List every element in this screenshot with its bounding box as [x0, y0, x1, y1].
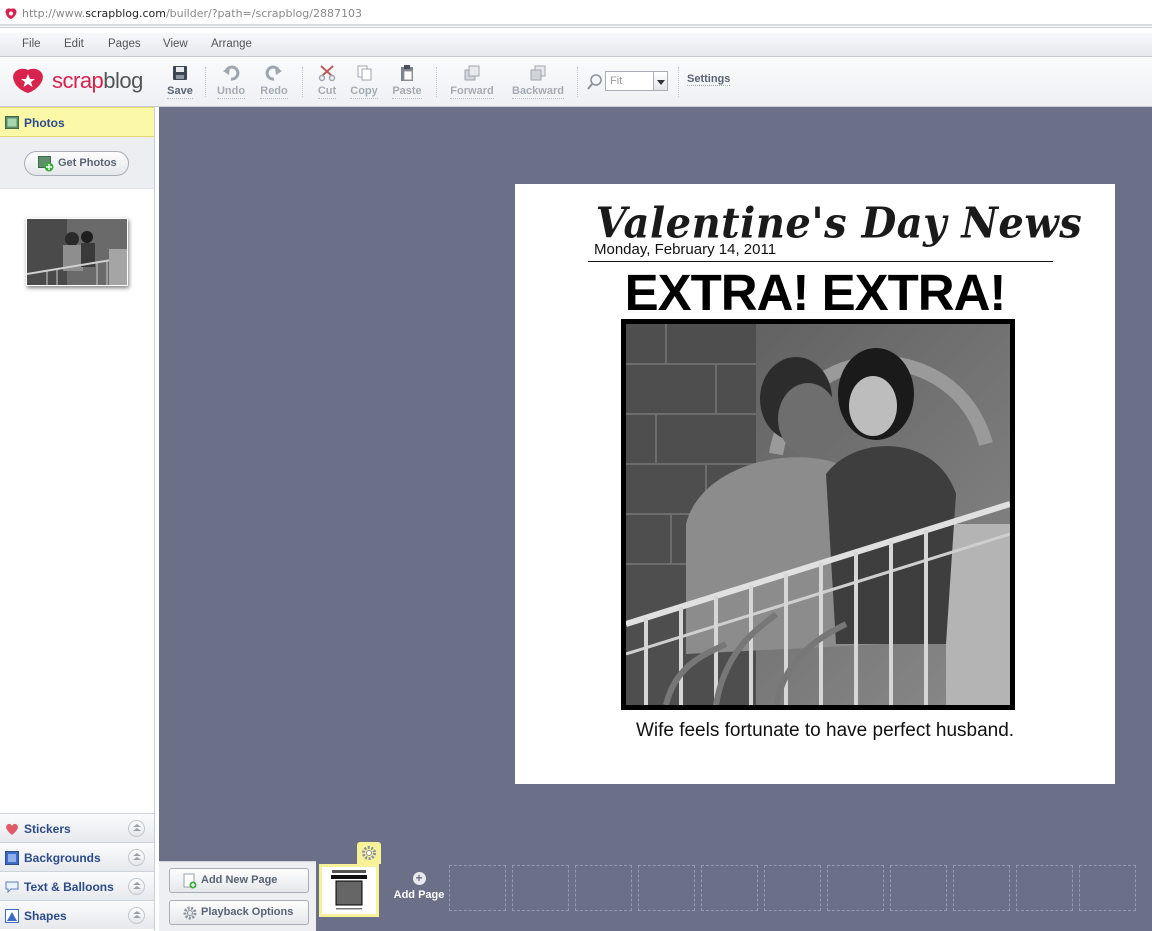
extra-banner[interactable]: EXTRA! EXTRA!: [585, 263, 1045, 322]
photo-thumbnail[interactable]: [26, 218, 128, 286]
empty-page-slot: [890, 865, 947, 911]
menu-file[interactable]: File: [22, 38, 41, 50]
text-balloons-section[interactable]: Text & Balloons: [0, 871, 154, 900]
pages-buttons-area: Add New Page Playback Options: [159, 861, 316, 931]
empty-page-slot: [575, 865, 632, 911]
url-text: http://www.scrapblog.com/builder/?path=/…: [22, 7, 362, 20]
redo-button[interactable]: Redo: [248, 64, 300, 102]
toolbar: scrapblog Save Undo Redo Cut Copy Paste …: [0, 57, 1152, 107]
copy-icon: [357, 65, 372, 81]
expand-text-balloons-icon[interactable]: [128, 878, 145, 895]
page-thumbnail-preview: [322, 867, 376, 914]
add-page-button[interactable]: + Add Page: [389, 872, 449, 902]
empty-page-slot: [1079, 865, 1136, 911]
scrapblog-star-icon: [13, 68, 43, 93]
menu-arrange[interactable]: Arrange: [211, 38, 252, 50]
empty-page-slot: [764, 865, 821, 911]
photos-tab[interactable]: Photos: [0, 107, 154, 137]
new-page-icon: [183, 873, 197, 889]
playback-options-button[interactable]: Playback Options: [169, 900, 309, 925]
plus-icon: +: [412, 872, 426, 885]
shapes-section[interactable]: Shapes: [0, 900, 154, 929]
settings-link[interactable]: Settings: [687, 73, 731, 86]
photo-icon: [5, 116, 19, 129]
empty-page-slot: [827, 865, 884, 911]
empty-page-slot: [1016, 865, 1073, 911]
magnifier-icon: [587, 74, 602, 90]
page-date[interactable]: Monday, February 14, 2011: [594, 241, 776, 258]
empty-page-slot: [953, 865, 1010, 911]
bring-forward-icon: [464, 65, 480, 81]
couple-photo-image: [626, 324, 1010, 705]
empty-page-slot: [701, 865, 758, 911]
menu-pages[interactable]: Pages: [108, 38, 141, 50]
background-icon: [5, 851, 19, 865]
left-panel: Photos Get Photos Stickers Backgrounds T…: [0, 107, 155, 931]
menu-edit[interactable]: Edit: [64, 38, 84, 50]
get-photos-button[interactable]: Get Photos: [24, 151, 129, 176]
heart-icon: [6, 823, 18, 835]
scrapbook-page[interactable]: Valentine's Day News Monday, February 14…: [515, 184, 1115, 784]
get-photos-area: Get Photos: [0, 137, 154, 189]
bring-forward-button[interactable]: Forward: [446, 64, 498, 102]
clipboard-icon: [401, 65, 413, 81]
page-gear-icon: [362, 846, 376, 860]
paste-button[interactable]: Paste: [381, 64, 433, 102]
menu-bar: File Edit Pages View Arrange: [0, 33, 1152, 57]
gear-icon: [183, 906, 197, 920]
couple-photo-thumbnail: [27, 219, 127, 285]
save-button[interactable]: Save: [154, 64, 206, 102]
send-backward-button[interactable]: Backward: [512, 64, 564, 102]
menu-view[interactable]: View: [163, 38, 188, 50]
address-bar[interactable]: http://www.scrapblog.com/builder/?path=/…: [0, 0, 1152, 28]
page-settings-gear[interactable]: [357, 842, 381, 864]
couple-photo[interactable]: [621, 319, 1015, 710]
floppy-disk-icon: [173, 66, 187, 80]
expand-shapes-icon[interactable]: [128, 907, 145, 924]
expand-stickers-icon[interactable]: [128, 820, 145, 837]
stickers-section[interactable]: Stickers: [0, 813, 154, 842]
scrapblog-favicon-icon: [5, 8, 17, 19]
backgrounds-section[interactable]: Backgrounds: [0, 842, 154, 871]
undo-icon: [223, 65, 240, 81]
expand-backgrounds-icon[interactable]: [128, 849, 145, 866]
empty-page-slot: [638, 865, 695, 911]
zoom-dropdown-arrow[interactable]: [653, 71, 668, 91]
photo-caption[interactable]: Wife feels fortunate to have perfect hus…: [515, 720, 1135, 742]
shapes-icon: [5, 909, 19, 923]
headline-rule: [588, 261, 1053, 262]
send-backward-icon: [530, 65, 546, 81]
add-new-page-button[interactable]: Add New Page: [169, 868, 309, 893]
add-photo-icon: [38, 156, 54, 172]
workspace: Valentine's Day News Monday, February 14…: [159, 107, 1152, 861]
redo-icon: [265, 65, 282, 81]
empty-page-slot: [512, 865, 569, 911]
scissors-icon: [318, 65, 336, 82]
empty-page-slot: [449, 865, 506, 911]
speech-balloon-icon: [5, 881, 19, 894]
zoom-select[interactable]: Fit: [605, 71, 655, 91]
page-thumbnail-1[interactable]: [319, 864, 379, 917]
